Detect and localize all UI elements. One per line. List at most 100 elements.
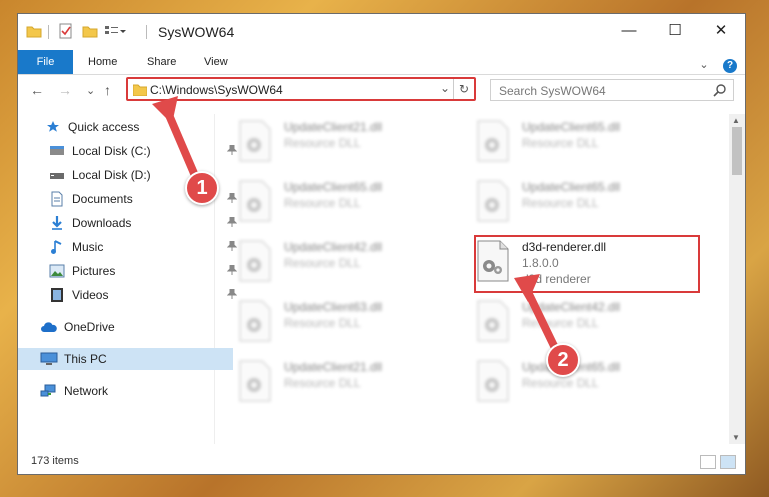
file-type: Resource DLL (522, 316, 599, 330)
navigation-bar: ← → ⌄ ↑ C:\Windows\SysWOW64 ⌄ ↻ Search S… (18, 75, 745, 109)
dll-file-icon (238, 360, 272, 402)
sidebar-item-network[interactable]: Network (18, 380, 233, 402)
sidebar-item-label: Downloads (72, 216, 132, 230)
file-name: UpdateClient21.dll (284, 120, 383, 134)
file-type: Resource DLL (284, 136, 361, 150)
sidebar-item-pictures[interactable]: Pictures (18, 260, 241, 282)
file-name: UpdateClient65.dll (522, 180, 621, 194)
ribbon-controls: ⌄ ? (699, 55, 737, 73)
file-item[interactable]: UpdateClient21.dll Resource DLL (216, 116, 436, 166)
pictures-icon (48, 263, 66, 279)
properties-icon[interactable] (58, 23, 74, 41)
sidebar-item-videos[interactable]: Videos (18, 284, 241, 306)
scroll-up-icon[interactable]: ▲ (732, 116, 740, 125)
dll-file-icon (238, 180, 272, 222)
expand-ribbon-icon[interactable]: ⌄ (699, 59, 708, 71)
new-folder-icon[interactable] (82, 23, 98, 41)
folder-icon (132, 83, 148, 101)
file-item[interactable]: UpdateClient65.dll Resource DLL (454, 116, 674, 166)
music-icon (48, 239, 66, 255)
back-button[interactable]: ← (30, 82, 44, 98)
file-item[interactable]: UpdateClient21.dll Resource DLL (216, 356, 436, 406)
chevron-down-icon[interactable]: ⌄ (440, 81, 450, 95)
up-button[interactable]: ↑ (104, 82, 111, 98)
sidebar-item-label: Local Disk (D:) (72, 168, 151, 182)
dll-file-icon (476, 300, 510, 342)
drive-icon (48, 143, 66, 159)
scrollbar-thumb[interactable] (732, 127, 742, 175)
sidebar-item-label: OneDrive (64, 320, 115, 334)
customize-icon[interactable] (104, 23, 126, 41)
download-icon (48, 215, 66, 231)
file-type: Resource DLL (284, 376, 361, 390)
sidebar-item-label: Network (64, 384, 109, 398)
title-bar: SysWOW64 — ☐ ✕ (18, 14, 745, 50)
sidebar-item-label: Music (72, 240, 104, 254)
vertical-scrollbar[interactable]: ▲ ▼ (729, 114, 745, 444)
sidebar-item-label: Local Disk (C:) (72, 144, 151, 158)
address-path[interactable]: C:\Windows\SysWOW64 (150, 83, 283, 97)
file-type: Resource DLL (522, 136, 599, 150)
dll-file-icon (476, 180, 510, 222)
folder-icon (26, 23, 42, 41)
file-list: UpdateClient21.dll Resource DLL UpdateCl… (216, 114, 728, 444)
tab-share[interactable]: Share (147, 50, 176, 74)
divider (48, 25, 49, 39)
explorer-window: SysWOW64 — ☐ ✕ File Home Share View ⌄ ? … (17, 13, 746, 475)
sidebar-item-quick-access[interactable]: Quick access (18, 116, 237, 138)
file-item[interactable]: UpdateClient63.dll Resource DLL (216, 296, 436, 346)
sidebar-item-onedrive[interactable]: OneDrive (18, 316, 233, 338)
address-bar[interactable]: C:\Windows\SysWOW64 ⌄ ↻ (126, 77, 476, 101)
file-item[interactable]: UpdateClient65.dll Resource DLL (454, 176, 674, 226)
step-1-badge: 1 (185, 171, 219, 205)
tab-view[interactable]: View (204, 50, 228, 74)
sidebar-item-label: Pictures (72, 264, 116, 278)
sidebar-item-label: This PC (64, 352, 107, 366)
close-button[interactable]: ✕ (698, 14, 744, 46)
file-name: UpdateClient65.dll (522, 120, 621, 134)
video-icon (48, 287, 66, 303)
file-item[interactable]: UpdateClient42.dll Resource DLL (216, 236, 436, 286)
sidebar-item-label: Quick access (68, 120, 140, 134)
help-icon[interactable]: ? (723, 59, 737, 73)
item-count: 173 items (31, 455, 79, 467)
search-input[interactable]: Search SysWOW64 (499, 84, 606, 98)
file-name: UpdateClient42.dll (284, 240, 383, 254)
dll-file-icon (476, 120, 510, 162)
forward-button[interactable]: → (58, 82, 72, 98)
divider (146, 25, 147, 39)
search-icon[interactable] (713, 83, 727, 102)
file-type: Resource DLL (284, 196, 361, 210)
tab-home[interactable]: Home (88, 50, 117, 74)
cloud-icon (40, 319, 58, 335)
star-icon (44, 119, 62, 135)
document-icon (48, 191, 66, 207)
file-type: Resource DLL (284, 316, 361, 330)
step-2-badge: 2 (546, 343, 580, 377)
computer-icon (40, 351, 58, 367)
search-box[interactable]: Search SysWOW64 (490, 79, 734, 101)
navigation-pane: Quick access Local Disk (C:) Local Disk … (18, 114, 238, 444)
drive-icon (48, 167, 66, 183)
details-view-icon[interactable] (700, 455, 716, 469)
maximize-button[interactable]: ☐ (652, 14, 698, 46)
sidebar-item-local-disk-c[interactable]: Local Disk (C:) (18, 140, 241, 162)
recent-locations-button[interactable]: ⌄ (86, 84, 95, 97)
tab-file[interactable]: File (18, 50, 73, 74)
network-icon (40, 383, 58, 399)
file-item[interactable]: UpdateClient42.dll Resource DLL (454, 296, 674, 346)
selected-file-highlight (474, 235, 700, 293)
dll-file-icon (476, 360, 510, 402)
large-icons-view-icon[interactable] (720, 455, 736, 469)
sidebar-item-this-pc[interactable]: This PC (18, 348, 233, 370)
file-item[interactable]: UpdateClient65.dll Resource DLL (216, 176, 436, 226)
file-name: UpdateClient42.dll (522, 300, 621, 314)
sidebar-item-label: Videos (72, 288, 109, 302)
sidebar-item-music[interactable]: Music (18, 236, 241, 258)
minimize-button[interactable]: — (606, 14, 652, 46)
file-name: UpdateClient63.dll (284, 300, 383, 314)
refresh-button[interactable]: ↻ (453, 79, 474, 99)
scroll-down-icon[interactable]: ▼ (732, 433, 740, 442)
sidebar-item-downloads[interactable]: Downloads (18, 212, 241, 234)
dll-file-icon (238, 240, 272, 282)
